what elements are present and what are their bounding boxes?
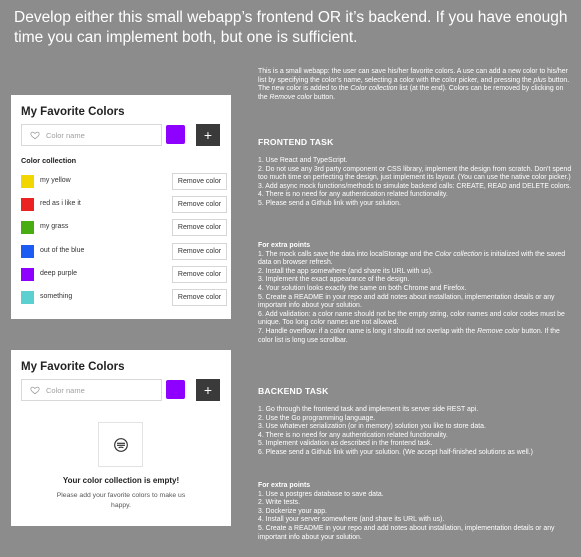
color-swatch	[21, 175, 34, 188]
frontend-extra-item: 5. Create a README in your repo and add …	[258, 293, 555, 310]
frontend-task-item: 2. Do not use any 3rd party component or…	[258, 165, 572, 182]
frontend-extra-item: 6. Add validation: a color name should n…	[258, 310, 565, 327]
color-app-card-filled: My Favorite Colors + Color collection my…	[11, 95, 231, 319]
frontend-task-item: 3. Add async mock functions/methods to s…	[258, 182, 572, 190]
empty-state-subtitle: Please add your favorite colors to make …	[56, 492, 186, 509]
backend-extra-item: 2. Write tests.	[258, 499, 300, 507]
backend-task-item: 6. Please send a Github link with your s…	[258, 448, 533, 456]
intro-color-collection: Color collection	[350, 85, 398, 93]
extra-points-heading: For extra points	[258, 482, 311, 489]
color-collection-label: Color collection	[21, 156, 77, 165]
color-swatch	[21, 244, 34, 258]
frontend-task-item: 5. Please send a Github link with your s…	[258, 199, 401, 207]
color-name-input[interactable]	[46, 382, 156, 398]
frontend-task-item: 1. Use React and TypeScript.	[258, 157, 348, 164]
heart-icon	[30, 386, 40, 395]
frontend-extra-item: 3. Implement the exact appearance of the…	[258, 276, 410, 284]
color-name: red as i like it	[40, 200, 81, 208]
color-swatch	[21, 290, 34, 304]
color-name: my grass	[40, 223, 69, 231]
remove-color-button[interactable]: Remove color	[172, 265, 227, 283]
backend-task-item: 1. Go through the frontend task and impl…	[258, 406, 479, 413]
empty-face-icon	[114, 438, 128, 452]
color-list-item: deep purple Remove color	[21, 265, 227, 289]
color-swatch	[21, 198, 34, 212]
add-color-row: +	[21, 379, 221, 401]
empty-state-title: Your color collection is empty!	[62, 476, 180, 485]
frontend-extra-item: 1. The mock calls save the data into loc…	[258, 250, 566, 267]
frontend-task-item: 4. There is no need for any authenticati…	[258, 191, 448, 199]
color-picker[interactable]	[166, 125, 185, 144]
backend-task-item: 2. Use the Go programming language.	[258, 414, 376, 422]
backend-task-item: 5. Implement validation as described in …	[258, 440, 433, 448]
remove-color-button[interactable]: Remove color	[172, 242, 227, 260]
heart-icon	[30, 131, 40, 140]
backend-extra-points: For extra points 1. Use a postgres datab…	[258, 482, 573, 542]
remove-color-button[interactable]: Remove color	[172, 288, 227, 306]
intro-plus: plus	[533, 76, 547, 84]
backend-task-item: 4. There is no need for any authenticati…	[258, 431, 448, 439]
color-list-item: my grass Remove color	[21, 219, 227, 242]
color-app-card-empty: My Favorite Colors + Your color collecti…	[11, 350, 231, 526]
color-list-item: red as i like it Remove color	[21, 196, 227, 219]
app-title: My Favorite Colors	[21, 106, 125, 118]
intro-remove-color: Remove color	[269, 93, 313, 101]
empty-state-icon-box	[98, 422, 143, 467]
extra-points-heading: For extra points	[258, 242, 311, 249]
remove-color-button[interactable]: Remove color	[172, 173, 227, 190]
color-name: my yellow	[40, 177, 71, 184]
frontend-extra-list: 2. Install the app somewhere (and share …	[258, 268, 573, 328]
backend-task-item: 3. Use whatever serialization (or in mem…	[258, 423, 486, 431]
color-name: out of the blue	[40, 246, 85, 254]
frontend-extra-points: For extra points 1. The mock calls save …	[258, 242, 573, 345]
app-title: My Favorite Colors	[21, 361, 125, 373]
color-list-item: my yellow Remove color	[21, 173, 227, 196]
color-name: deep purple	[40, 269, 77, 277]
frontend-extra-item: 4. Your solution looks exactly the same …	[258, 284, 467, 292]
color-list-item: out of the blue Remove color	[21, 242, 227, 266]
frontend-extra-item: 2. Install the app somewhere (and share …	[258, 267, 433, 275]
color-picker[interactable]	[166, 380, 185, 399]
color-collection-list: my yellow Remove color red as i like it Rem…	[21, 173, 227, 312]
color-swatch	[21, 267, 34, 281]
backend-extra-list: 1. Use a postgres database to save data.…	[258, 491, 573, 543]
add-color-button[interactable]: +	[196, 379, 220, 401]
intro-text: button.	[312, 93, 336, 101]
frontend-task-title: FRONTEND TASK	[258, 137, 334, 147]
add-color-button[interactable]: +	[196, 124, 220, 146]
backend-extra-item: 4. Install your server somewhere (and sh…	[258, 516, 445, 524]
spec-intro: This is a small webapp: the user can sav…	[258, 68, 573, 102]
color-name: something	[40, 292, 73, 300]
color-name-field	[21, 124, 162, 146]
color-name-input[interactable]	[46, 127, 156, 143]
remove-color-button[interactable]: Remove color	[172, 219, 227, 237]
backend-task-list: 1. Go through the frontend task and impl…	[258, 406, 573, 458]
frontend-task-list: 1. Use React and TypeScript. 2. Do not us…	[258, 157, 573, 209]
remove-color-button[interactable]: Remove color	[172, 196, 227, 214]
intro-text: This is a small webapp: the user can sav…	[258, 68, 568, 84]
color-swatch	[21, 221, 34, 235]
backend-extra-item: 5. Create a README in your repo and add …	[258, 524, 555, 541]
color-list-item: something Remove color	[21, 288, 227, 312]
backend-extra-item: 3. Dockerize your app.	[258, 507, 327, 515]
task-headline: Develop either this small webapp’s front…	[14, 9, 568, 46]
add-color-row: +	[21, 124, 221, 146]
backend-extra-item: 1. Use a postgres database to save data.	[258, 490, 384, 498]
color-name-field	[21, 379, 162, 401]
frontend-extra-item: 7. Handle overflow: if a color name is l…	[258, 327, 560, 344]
backend-task-title: BACKEND TASK	[258, 386, 329, 396]
